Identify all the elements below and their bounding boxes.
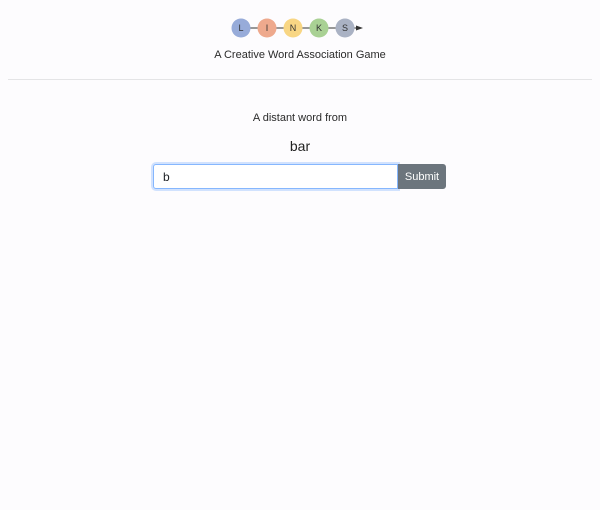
word-input[interactable] bbox=[153, 164, 398, 189]
logo-letter-k: K bbox=[316, 23, 322, 33]
header-divider bbox=[8, 79, 592, 80]
game-prompt: A distant word from bbox=[252, 112, 348, 124]
page: L I N K S A Creative Word Association Game A… bbox=[0, 0, 600, 510]
target-word: bar bbox=[289, 138, 311, 154]
logo-letter-n: N bbox=[290, 23, 297, 33]
tagline: A Creative Word Association Game bbox=[214, 49, 386, 61]
word-form: Submit bbox=[153, 164, 446, 189]
logo-letter-i: I bbox=[266, 23, 269, 33]
submit-button[interactable]: Submit bbox=[398, 164, 446, 189]
logo-letter-s: S bbox=[342, 23, 348, 33]
logo-letter-l: L bbox=[238, 23, 243, 33]
links-logo-graphic: LINKS bbox=[231, 18, 363, 38]
logo-arrow-head bbox=[356, 25, 363, 31]
links-logo: LINKS bbox=[0, 17, 600, 39]
